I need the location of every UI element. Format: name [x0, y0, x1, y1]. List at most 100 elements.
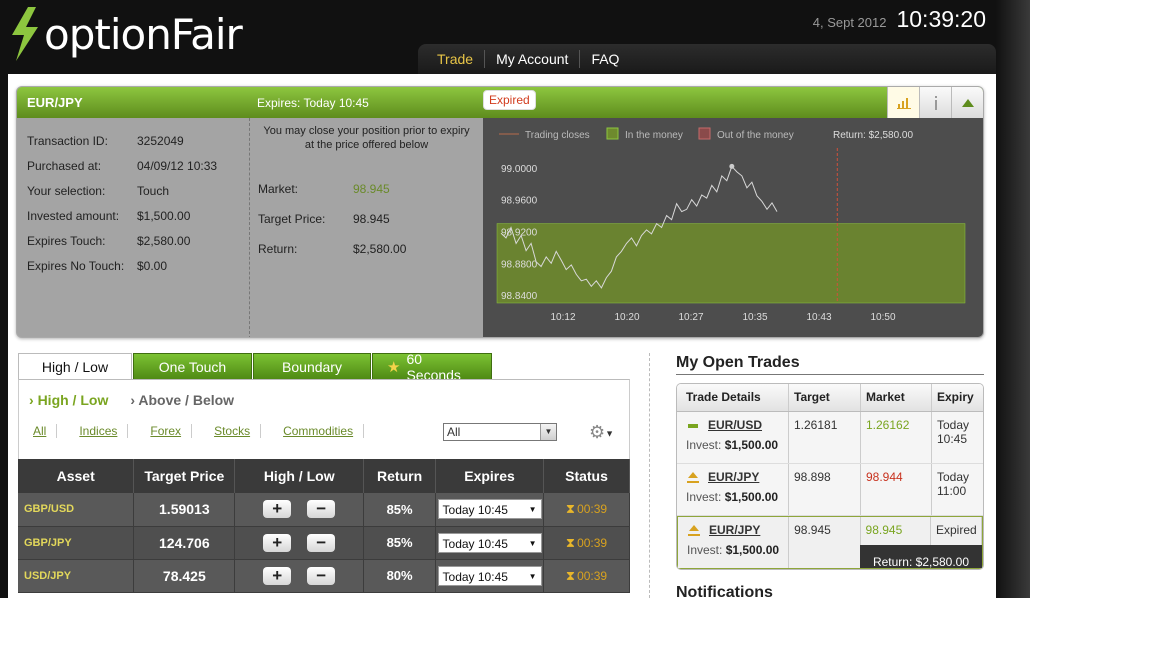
dropdown-arrow-icon: ▼ — [540, 424, 556, 440]
filter-select[interactable]: All ▼ — [443, 423, 557, 441]
filter-commodities[interactable]: Commodities — [273, 424, 365, 438]
settings-gear-icon[interactable]: ⚙▼ — [589, 422, 614, 443]
col-target-price: Target Price — [133, 459, 236, 493]
table-row[interactable]: USD/JPY 78.425 + − 80% Today 10:45 ▼ ⧗ 00:3… — [18, 559, 630, 593]
filter-all[interactable]: All — [23, 424, 58, 438]
expires-cell: Today 10:45 ▼ — [435, 526, 545, 560]
open-trades-table: Trade Details Target Market Expiry EUR/U… — [676, 383, 984, 570]
hourglass-icon: ⧗ — [565, 567, 576, 583]
detail-expires-no-touch: Expires No Touch: $0.00 — [27, 258, 168, 273]
trade-type-tabs: High / Low One Touch Boundary ★ 60 Secon… — [18, 351, 493, 383]
tab-boundary[interactable]: Boundary — [253, 353, 371, 379]
trade-invest: Invest: $1,500.00 — [686, 490, 779, 504]
expired-trade-panel: EUR/JPY Expires: Today 10:45 Expired Tra… — [16, 86, 984, 338]
table-row[interactable]: GBP/USD 1.59013 + − 85% Today 10:45 ▼ ⧗ 00:… — [18, 493, 630, 527]
details-view-icon[interactable] — [919, 87, 951, 118]
open-trade-row-expired[interactable]: EUR/JPY Invest: $1,500.00 98.945 98.945 … — [677, 516, 983, 569]
trade-pair-link[interactable]: EUR/JPY — [709, 523, 760, 537]
tab-60-seconds[interactable]: ★ 60 Seconds — [372, 351, 492, 383]
chart-view-icon[interactable] — [887, 87, 919, 118]
asset-name[interactable]: USD/JPY — [18, 559, 135, 593]
high-button[interactable]: + — [263, 566, 292, 585]
return-rate: 85% — [363, 526, 437, 560]
nav-faq[interactable]: FAQ — [580, 50, 630, 68]
tab-60-seconds-label: 60 Seconds — [406, 350, 461, 383]
price-chart: Trading closes In the money Out of the m… — [483, 118, 983, 337]
close-return: Return: $2,580.00 — [258, 242, 407, 256]
return-rate: 80% — [363, 559, 437, 593]
filter-stocks[interactable]: Stocks — [204, 424, 262, 438]
status-countdown: 00:39 — [577, 568, 608, 583]
filter-indices[interactable]: Indices — [69, 424, 129, 438]
x-tick-label: 10:27 — [678, 312, 703, 323]
col-high-low: High / Low — [234, 459, 365, 493]
y-tick-label: 99.0000 — [501, 164, 538, 175]
col-expiry: Expiry — [937, 390, 974, 404]
dropdown-arrow-icon: ▼ — [528, 538, 537, 548]
expires-cell: Today 10:45 ▼ — [435, 493, 545, 527]
legend-trading-closes: Trading closes — [525, 130, 590, 141]
trade-return: Return: $2,580.00 — [860, 545, 982, 569]
low-button[interactable]: − — [307, 500, 336, 519]
trade-down-icon — [686, 420, 702, 432]
detail-transaction-id: Transaction ID: 3252049 — [27, 133, 184, 148]
open-trades-title: My Open Trades — [676, 354, 984, 375]
high-button[interactable]: + — [263, 500, 292, 519]
trade-market: 1.26162 — [861, 412, 932, 463]
column-divider — [649, 353, 650, 598]
expires-select[interactable]: Today 10:45 ▼ — [437, 565, 542, 586]
tab-high-low[interactable]: High / Low — [18, 353, 132, 380]
trade-pair-link[interactable]: EUR/USD — [708, 418, 762, 432]
asset-name[interactable]: GBP/USD — [18, 493, 135, 527]
asset-name[interactable]: GBP/JPY — [18, 526, 135, 560]
col-market: Market — [861, 384, 932, 411]
open-trades-header: Trade Details Target Market Expiry — [677, 384, 983, 412]
trade-pair-link[interactable]: EUR/JPY — [708, 470, 759, 484]
legend-return: Return: $2,580.00 — [833, 130, 913, 141]
high-button[interactable]: + — [263, 533, 292, 552]
subtab-high-low[interactable]: › High / Low — [29, 392, 108, 408]
expired-badge: Expired — [483, 90, 536, 110]
subtab-above-below[interactable]: › Above / Below — [130, 392, 234, 408]
col-expires: Expires — [435, 459, 545, 493]
hourglass-icon: ⧗ — [565, 501, 576, 517]
x-tick-label: 10:12 — [550, 312, 575, 323]
current-time: 10:39:20 — [896, 6, 986, 32]
hourglass-icon: ⧗ — [565, 534, 576, 550]
nav-my-account[interactable]: My Account — [485, 50, 581, 68]
trade-touch-icon — [687, 524, 703, 537]
main-content: EUR/JPY Expires: Today 10:45 Expired Tra… — [8, 74, 996, 601]
open-trade-row[interactable]: EUR/USD Invest: $1,500.00 1.26181 1.2616… — [677, 412, 983, 464]
filter-forex[interactable]: Forex — [140, 424, 193, 438]
legend-out-money: Out of the money — [717, 130, 794, 141]
trade-target: 1.26181 — [789, 412, 861, 463]
legend-out-money-icon — [698, 127, 711, 140]
close-market: Market: 98.945 — [258, 182, 390, 196]
status-cell: ⧗ 00:39 — [543, 526, 630, 560]
trade-market: 98.944 — [861, 464, 932, 515]
tab-one-touch[interactable]: One Touch — [133, 353, 252, 379]
return-rate: 85% — [363, 493, 437, 527]
collapse-icon[interactable] — [951, 87, 983, 118]
col-target: Target — [789, 384, 861, 411]
status-cell: ⧗ 00:39 — [543, 559, 630, 593]
target-price: 78.425 — [133, 559, 236, 593]
nav-trade[interactable]: Trade — [426, 50, 486, 68]
target-price: 1.59013 — [133, 493, 236, 527]
low-button[interactable]: − — [307, 566, 336, 585]
current-date: 4, Sept 2012 — [812, 15, 887, 30]
clock: 4, Sept 2012 10:39:20 — [813, 6, 986, 33]
expires-select[interactable]: Today 10:45 ▼ — [437, 532, 542, 553]
x-tick-label: 10:35 — [742, 312, 767, 323]
expires-cell: Today 10:45 ▼ — [435, 559, 545, 593]
asset-table: Asset Target Price High / Low Return Exp… — [18, 459, 630, 593]
legend-in-money: In the money — [625, 130, 683, 141]
in-the-money-zone — [496, 223, 966, 304]
x-tick-label: 10:43 — [806, 312, 831, 323]
low-button[interactable]: − — [307, 533, 336, 552]
expires-select[interactable]: Today 10:45 ▼ — [437, 499, 542, 520]
optionfair-logo[interactable]: optionFair — [8, 6, 243, 62]
open-trade-row[interactable]: EUR/JPY Invest: $1,500.00 98.898 98.944 … — [677, 464, 983, 516]
table-row[interactable]: GBP/JPY 124.706 + − 85% Today 10:45 ▼ ⧗ 00:… — [18, 526, 630, 560]
high-low-buttons: + − — [234, 559, 365, 593]
